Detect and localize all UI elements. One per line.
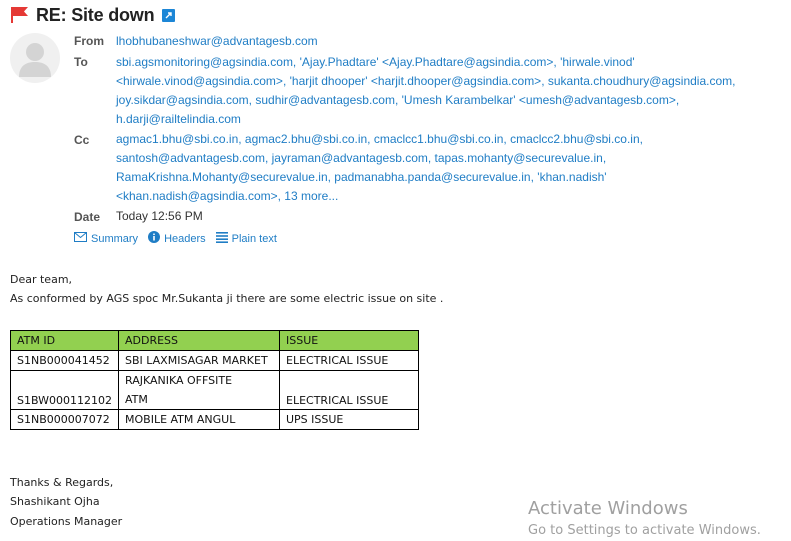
message-subject: RE: Site down <box>10 4 176 26</box>
cc-label: Cc <box>74 133 90 147</box>
issue-cell: ELECTRICAL ISSUE <box>279 350 419 371</box>
cc-line[interactable]: <khan.nadish@agsindia.com>, 13 more... <box>116 187 776 206</box>
sender-role: Operations Manager <box>10 515 123 528</box>
cc-line-text[interactable]: <khan.nadish@agsindia.com>, <box>116 189 281 203</box>
atm-id-cell: S1BW000112102 <box>10 370 119 410</box>
cc-line[interactable]: santosh@advantagesb.com, jayraman@advant… <box>116 149 776 168</box>
atm-issue-table: ATM ID ADDRESS ISSUE S1NB000041452 SBI L… <box>10 330 419 430</box>
subject-title: RE: Site down <box>36 4 155 25</box>
column-header: ISSUE <box>279 330 419 351</box>
sender-name: Shashikant Ojha <box>10 495 100 508</box>
atm-id-cell: S1NB000041452 <box>10 350 119 371</box>
table-row: S1NB000007072 MOBILE ATM ANGUL UPS ISSUE <box>10 409 419 430</box>
summary-link[interactable]: Summary <box>74 231 138 246</box>
cc-recipients[interactable]: agmac1.bhu@sbi.co.in, agmac2.bhu@sbi.co.… <box>116 130 776 206</box>
activate-windows-watermark: Activate Windows Go to Settings to activ… <box>528 497 761 541</box>
address-line: RAJKANIKA OFFSITE <box>125 374 233 387</box>
address-line: ATM <box>125 393 148 406</box>
to-recipients[interactable]: sbi.agsmonitoring@agsindia.com, 'Ajay.Ph… <box>116 53 776 129</box>
to-line[interactable]: joy.sikdar@agsindia.com, sudhir@advantag… <box>116 91 776 110</box>
atm-id-cell: S1NB000007072 <box>10 409 119 430</box>
plain-text-label[interactable]: Plain text <box>232 233 277 245</box>
headers-label[interactable]: Headers <box>164 233 206 245</box>
cc-line[interactable]: agmac1.bhu@sbi.co.in, agmac2.bhu@sbi.co.… <box>116 130 776 149</box>
table-row: S1BW000112102 RAJKANIKA OFFSITE ATM ELEC… <box>10 370 419 410</box>
to-label: To <box>74 55 88 69</box>
cc-more-link[interactable]: 13 more... <box>284 189 338 203</box>
issue-cell: UPS ISSUE <box>279 409 419 430</box>
greeting: Dear team, <box>10 273 73 286</box>
view-options: Summary Headers Plain text <box>74 231 277 246</box>
from-address[interactable]: lhobhubaneshwar@advantagesb.com <box>116 32 776 51</box>
to-line[interactable]: sbi.agsmonitoring@agsindia.com, 'Ajay.Ph… <box>116 53 776 72</box>
column-header: ADDRESS <box>118 330 280 351</box>
address-cell: MOBILE ATM ANGUL <box>118 409 280 430</box>
date-label: Date <box>74 210 101 224</box>
cc-line[interactable]: RamaKrishna.Mohanty@securevalue.in, padm… <box>116 168 776 187</box>
summary-label[interactable]: Summary <box>91 233 138 245</box>
info-icon <box>148 231 161 246</box>
headers-link[interactable]: Headers <box>148 231 206 246</box>
text-lines-icon <box>215 231 228 246</box>
envelope-icon <box>74 232 87 245</box>
watermark-title: Activate Windows <box>528 498 688 519</box>
from-label: From <box>74 34 104 48</box>
plain-text-link[interactable]: Plain text <box>215 231 277 246</box>
body-line: As conformed by AGS spoc Mr.Sukanta ji t… <box>10 292 444 305</box>
to-line[interactable]: h.darji@railtelindia.com <box>116 110 776 129</box>
address-cell: SBI LAXMISAGAR MARKET <box>118 350 280 371</box>
to-line[interactable]: <hirwale.vinod@agsindia.com>, 'harjit dh… <box>116 72 776 91</box>
issue-cell: ELECTRICAL ISSUE <box>279 370 419 410</box>
table-header-row: ATM ID ADDRESS ISSUE <box>10 330 419 351</box>
date-value: Today 12:56 PM <box>116 209 203 223</box>
column-header: ATM ID <box>10 330 119 351</box>
table-row: S1NB000041452 SBI LAXMISAGAR MARKET ELEC… <box>10 350 419 371</box>
flag-icon[interactable] <box>10 6 30 24</box>
open-in-new-window-icon[interactable] <box>162 8 176 22</box>
sender-avatar <box>10 33 60 83</box>
address-cell: RAJKANIKA OFFSITE ATM <box>118 370 280 410</box>
watermark-subtitle: Go to Settings to activate Windows. <box>528 523 761 538</box>
signoff: Thanks & Regards, <box>10 476 114 489</box>
